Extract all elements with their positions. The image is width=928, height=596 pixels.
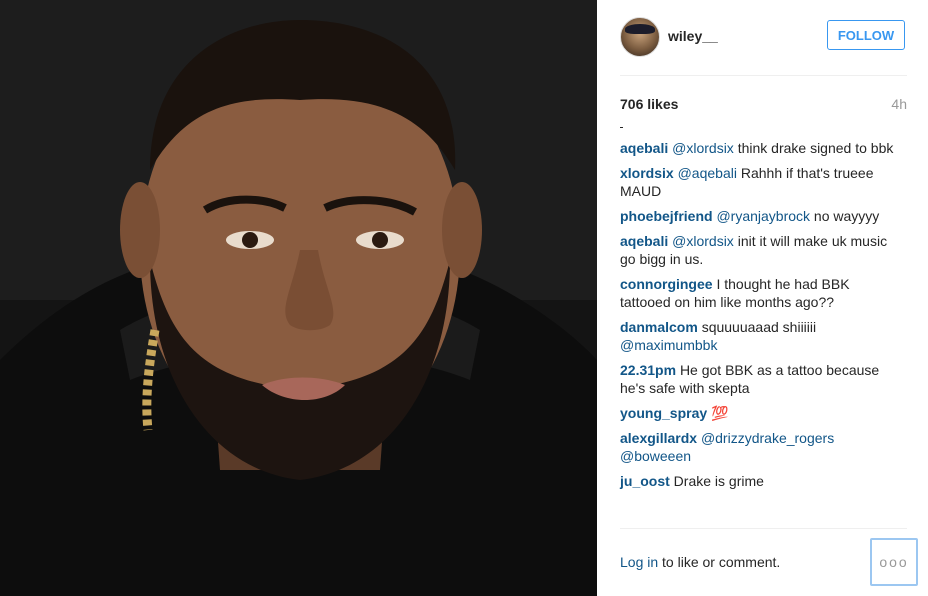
comment-mention[interactable]: @drizzydrake_rogers xyxy=(701,430,834,446)
post-photo xyxy=(0,0,597,596)
comment-item: ju_oost Drake is grime xyxy=(620,472,900,490)
comment-item: phoebejfriend @ryanjaybrock no wayyyy xyxy=(620,207,900,225)
login-link[interactable]: Log in xyxy=(620,554,658,570)
post-header: wiley__ FOLLOW xyxy=(620,17,907,57)
login-prompt: Log in to like or comment. xyxy=(620,554,780,570)
login-prompt-text: to like or comment. xyxy=(658,554,781,570)
comment-username[interactable]: 22.31pm xyxy=(620,362,676,378)
comment-list: aqebali @xlordsix think drake signed to … xyxy=(620,139,900,497)
comment-username[interactable]: aqebali xyxy=(620,140,668,156)
comment-username[interactable]: phoebejfriend xyxy=(620,208,713,224)
comment-item: young_spray 💯 xyxy=(620,404,900,422)
comment-item: alexgillardx @drizzydrake_rogers @boweee… xyxy=(620,429,900,465)
comment-text: no wayyyy xyxy=(810,208,880,224)
comment-username[interactable]: danmalcom xyxy=(620,319,698,335)
comment-item: danmalcom squuuuaaad shiiiiii @maximumbb… xyxy=(620,318,900,354)
comment-username[interactable]: alexgillardx xyxy=(620,430,697,446)
comment-item: xlordsix @aqebali Rahhh if that's trueee… xyxy=(620,164,900,200)
comment-item: aqebali @xlordsix init it will make uk m… xyxy=(620,232,900,268)
comment-mention[interactable]: @xlordsix xyxy=(672,233,734,249)
comment-item: connorgingee I thought he had BBK tattoo… xyxy=(620,275,900,311)
more-options-icon[interactable]: ooo xyxy=(870,538,918,586)
comment-username[interactable]: ju_oost xyxy=(620,473,670,489)
likes-count[interactable]: 706 likes xyxy=(620,96,678,112)
comment-mention[interactable]: @maximumbbk xyxy=(620,337,717,353)
footer-divider xyxy=(620,528,907,529)
comment-text: squuuuaaad shiiiiii xyxy=(701,319,817,335)
comment-mention[interactable]: @ryanjaybrock xyxy=(716,208,810,224)
comment-username[interactable]: connorgingee xyxy=(620,276,713,292)
hundred-points-icon: 💯 xyxy=(711,405,729,421)
header-divider xyxy=(620,75,907,76)
post-sidebar: wiley__ FOLLOW 706 likes 4h aqebali @xlo… xyxy=(597,0,928,596)
post-time[interactable]: 4h xyxy=(891,96,907,112)
separator-mark xyxy=(620,127,623,128)
post-photo-illustration xyxy=(0,0,597,596)
comment-username[interactable]: aqebali xyxy=(620,233,668,249)
avatar[interactable] xyxy=(620,17,660,57)
comment-username[interactable]: young_spray xyxy=(620,405,707,421)
comment-text: Drake is grime xyxy=(673,473,764,489)
comment-mention[interactable]: @aqebali xyxy=(678,165,737,181)
follow-button[interactable]: FOLLOW xyxy=(827,20,905,50)
username-link[interactable]: wiley__ xyxy=(668,28,718,44)
comment-username[interactable]: xlordsix xyxy=(620,165,674,181)
comment-mention[interactable]: @xlordsix xyxy=(672,140,734,156)
comment-text: think drake signed to bbk xyxy=(733,140,894,156)
comment-mention[interactable]: @boweeen xyxy=(620,448,691,464)
comment-item: 22.31pm He got BBK as a tattoo because h… xyxy=(620,361,900,397)
comment-item: aqebali @xlordsix think drake signed to … xyxy=(620,139,900,157)
